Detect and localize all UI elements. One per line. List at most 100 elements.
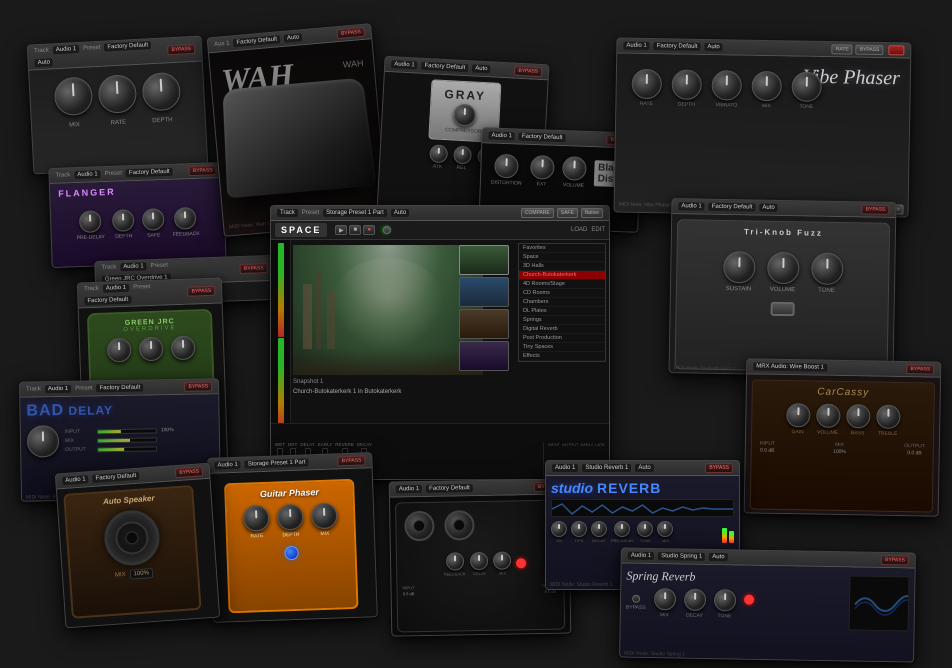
space-list-post[interactable]: Post Production xyxy=(519,334,605,343)
vibe-input-btn[interactable]: RATE xyxy=(832,44,853,54)
space-preset-list[interactable]: Favorites Space 3D Halls Church-Butokate… xyxy=(518,243,606,362)
space-list-effects[interactable]: Effects xyxy=(519,352,605,361)
vibe-knob-depth[interactable] xyxy=(671,69,702,100)
fuzz-stomp-btn[interactable] xyxy=(770,302,794,316)
overdrive-bypass-btn[interactable]: BYPASS xyxy=(187,286,215,297)
compressor-knob-release[interactable] xyxy=(453,146,472,165)
fuzz-knob-sustain[interactable] xyxy=(723,251,756,284)
flanger-knob-feedback[interactable] xyxy=(174,207,197,230)
space-tab-space[interactable]: SPACE xyxy=(275,223,327,237)
wireboost-knob-treble[interactable] xyxy=(876,405,900,429)
delay-knob-main[interactable] xyxy=(27,425,60,458)
flanger-knob-predelay[interactable] xyxy=(79,210,102,233)
vibe-knob-rate[interactable] xyxy=(631,69,662,100)
space-list-dlplates[interactable]: DL Plates xyxy=(519,307,605,316)
studioreverb-bypass-btn[interactable]: BYPASS xyxy=(705,463,733,473)
tapeecho-knob-feedback[interactable] xyxy=(445,552,463,570)
tapeecho-knob-mix[interactable] xyxy=(493,551,511,569)
springreverb-knob-mix[interactable] xyxy=(654,588,676,610)
wah-bypass-btn[interactable]: BYPASS xyxy=(337,27,365,39)
distortion-knob-dist[interactable] xyxy=(494,154,519,179)
wireboost-bypass-btn[interactable]: BYPASS xyxy=(906,364,934,374)
space-list-digital[interactable]: Digital Reverb xyxy=(519,325,605,334)
fuzz-knob-volume[interactable] xyxy=(767,252,800,285)
wireboost-plugin[interactable]: MRX Audio: Wire Boost 1 BYPASS CarCassy … xyxy=(744,358,942,516)
fuzz-knob-tone[interactable] xyxy=(811,252,844,285)
flanger-knob-depth[interactable] xyxy=(112,209,135,232)
guitarphaser-knob-depth[interactable] xyxy=(277,504,304,531)
space-list-4drooms[interactable]: 4D Rooms/Stage xyxy=(519,280,605,289)
springreverb-plugin[interactable]: Audio 1 Studio Spring 1 Auto BYPASS Spri… xyxy=(619,547,916,662)
compressor-knob-attack[interactable] xyxy=(429,144,448,163)
studioreverb-knob-decay[interactable] xyxy=(591,521,607,537)
space-thumb-2[interactable] xyxy=(459,277,509,307)
space-edit-tab[interactable]: EDIT xyxy=(591,227,605,233)
guitarphaser-knob-mix[interactable] xyxy=(311,502,338,529)
studioreverb-knob-mix[interactable] xyxy=(657,521,673,537)
space-native-btn[interactable]: Native xyxy=(581,208,603,218)
vibe-bypass-btn[interactable]: BYPASS xyxy=(856,45,884,55)
chorussimon-bypass-btn[interactable]: BYPASS xyxy=(240,263,268,274)
vibe-knob-mix[interactable] xyxy=(751,71,782,102)
space-list-church[interactable]: Church-Butokaterkerk xyxy=(519,271,605,280)
chorus-knob-mix[interactable] xyxy=(53,76,93,116)
tapeecho-power-led[interactable] xyxy=(516,558,526,568)
space-rec-btn[interactable]: ● xyxy=(363,225,375,235)
space-list-springs[interactable]: Springs xyxy=(519,316,605,325)
wireboost-knob-bass[interactable] xyxy=(846,404,870,428)
space-plugin[interactable]: Track Preset Storage Preset 1 Part Auto … xyxy=(270,205,610,480)
space-thumb-3[interactable] xyxy=(459,309,509,339)
chorus-plugin[interactable]: Track Audio 1 Preset Factory Default Aut… xyxy=(27,36,209,175)
studioreverb-knob-predelay[interactable] xyxy=(614,521,630,537)
tapeecho-knob-delay[interactable] xyxy=(470,552,488,570)
space-list-favorites[interactable]: Favorites xyxy=(519,244,605,253)
space-stop-btn[interactable]: ■ xyxy=(349,225,361,235)
distortion-knob-ext[interactable] xyxy=(530,155,555,180)
chorus-bypass-btn[interactable]: BYPASS xyxy=(167,44,195,55)
space-thumb-1[interactable] xyxy=(459,245,509,275)
springreverb-on-btn[interactable] xyxy=(632,595,640,603)
tapeecho-plugin[interactable]: Audio 1 Factory Default BYPASS FEEDBACK xyxy=(389,478,572,636)
space-list-3dhalls[interactable]: 3D Halls xyxy=(519,262,605,271)
wah-rocker[interactable] xyxy=(222,78,376,199)
space-list-cdrooms[interactable]: CD Rooms xyxy=(519,289,605,298)
springreverb-knob-tone[interactable] xyxy=(714,589,736,611)
autospeaker-bypass-btn[interactable]: BYPASS xyxy=(175,466,203,478)
springreverb-bypass-btn[interactable]: BYPASS xyxy=(881,555,909,565)
studioreverb-knob-tips[interactable] xyxy=(571,521,587,537)
guitarphaser-plugin[interactable]: Audio 1 Storage Preset 1 Part BYPASS Gui… xyxy=(207,452,378,623)
studioreverb-knob-on[interactable] xyxy=(551,521,567,537)
flanger-plugin[interactable]: Track Audio 1 Preset Factory Default BYP… xyxy=(48,162,226,268)
overdrive-knob-1[interactable] xyxy=(106,338,131,363)
space-list-chambers[interactable]: Chambers xyxy=(519,298,605,307)
guitarphaser-bypass-btn[interactable]: BYPASS xyxy=(338,455,366,466)
space-list-space[interactable]: Space xyxy=(519,253,605,262)
guitarphaser-knob-rate[interactable] xyxy=(243,505,270,532)
space-load-tab[interactable]: LOAD xyxy=(571,227,587,233)
vibe-power-btn[interactable] xyxy=(888,45,904,55)
overdrive-knob-2[interactable] xyxy=(138,337,163,362)
flanger-knob-safe[interactable] xyxy=(142,208,165,231)
fuzz-bypass-btn[interactable]: BYPASS xyxy=(862,204,890,214)
space-safe-btn[interactable]: SAFE xyxy=(557,208,578,218)
flanger-bypass-btn[interactable]: BYPASS xyxy=(189,165,217,176)
studioreverb-knob-tone[interactable] xyxy=(637,521,653,537)
space-play-btn[interactable]: ▶ xyxy=(335,225,347,235)
compressor-bypass-btn[interactable]: BYPASS xyxy=(514,66,542,77)
wireboost-knob-gain[interactable] xyxy=(786,403,810,427)
vibe-knob-vibrato[interactable] xyxy=(711,70,742,101)
space-icon2[interactable] xyxy=(383,226,391,234)
springreverb-knob-decay[interactable] xyxy=(684,589,706,611)
space-list-tiny[interactable]: Tiny Spaces xyxy=(519,343,605,352)
space-compare-btn[interactable]: COMPARE xyxy=(521,208,554,218)
space-thumb-4[interactable] xyxy=(459,341,509,371)
autospeaker-plugin[interactable]: Audio 1 Factory Default BYPASS Auto Spea… xyxy=(55,463,220,628)
compressor-knob-main[interactable] xyxy=(453,103,476,126)
chorus-knob-depth[interactable] xyxy=(141,72,181,112)
fuzz-plugin[interactable]: Audio 1 Factory Default Auto BYPASS Tri-… xyxy=(668,198,896,377)
wireboost-knob-volume[interactable] xyxy=(816,404,840,428)
overdrive-knob-3[interactable] xyxy=(170,336,195,361)
vibe-knob-tone[interactable] xyxy=(791,72,822,103)
delay-bypass-btn[interactable]: BYPASS xyxy=(184,381,212,391)
chorus-knob-rate[interactable] xyxy=(97,74,137,114)
